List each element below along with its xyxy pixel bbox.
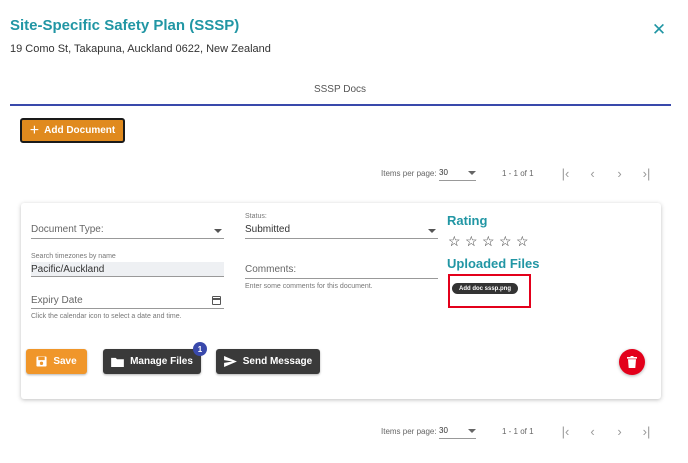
folder-icon — [111, 357, 124, 367]
expiry-date-underline — [31, 308, 224, 309]
star-outline-icon[interactable]: ☆ — [448, 233, 464, 250]
page-range: 1 - 1 of 1 — [502, 168, 534, 178]
previous-page-icon[interactable]: ‹ — [579, 424, 606, 439]
add-document-label: Add Document — [44, 125, 116, 136]
timezone-search-label: Search timezones by name — [31, 253, 116, 260]
status-label: Status: — [245, 213, 267, 220]
send-message-button[interactable]: Send Message — [216, 349, 320, 374]
last-page-icon[interactable]: ›| — [633, 166, 660, 181]
chevron-down-icon — [468, 428, 476, 433]
expiry-date-hint: Click the calendar icon to select a date… — [31, 313, 182, 320]
chevron-down-icon — [428, 229, 436, 233]
first-page-icon[interactable]: |‹ — [552, 424, 579, 439]
send-icon — [223, 356, 237, 367]
plus-icon: + — [29, 121, 40, 139]
star-outline-icon[interactable]: ☆ — [516, 233, 532, 250]
status-select[interactable]: Submitted — [245, 224, 290, 235]
add-document-button[interactable]: + Add Document — [20, 118, 125, 143]
tab-sssp-docs[interactable]: SSSP Docs — [0, 84, 680, 95]
files-count-badge: 1 — [193, 342, 207, 356]
document-type-underline — [31, 238, 224, 239]
chevron-down-icon — [214, 229, 222, 233]
rating-stars: ☆ ☆ ☆ ☆ ☆ — [448, 233, 532, 250]
uploaded-files-title: Uploaded Files — [447, 256, 540, 271]
items-per-page-value: 30 — [439, 426, 448, 435]
next-page-icon[interactable]: › — [606, 166, 633, 181]
star-outline-icon[interactable]: ☆ — [482, 233, 498, 250]
star-outline-icon[interactable]: ☆ — [499, 233, 515, 250]
manage-files-button[interactable]: Manage Files — [103, 349, 201, 374]
close-icon[interactable]: ✕ — [650, 21, 668, 39]
comments-hint: Enter some comments for this document. — [245, 283, 373, 290]
star-outline-icon[interactable]: ☆ — [465, 233, 481, 250]
uploaded-file-chip[interactable]: Add doc sssp.png — [452, 283, 518, 294]
chevron-down-icon — [468, 170, 476, 175]
items-per-page-label: Items per page: — [381, 168, 437, 178]
items-per-page-select[interactable]: 30 — [439, 423, 476, 439]
dialog-address: 19 Como St, Takapuna, Auckland 0622, New… — [10, 43, 271, 55]
paginator-top: Items per page: 30 1 - 1 of 1 |‹ ‹ › ›| — [381, 163, 660, 183]
last-page-icon[interactable]: ›| — [633, 424, 660, 439]
rating-title: Rating — [447, 213, 488, 228]
items-per-page-value: 30 — [439, 168, 448, 177]
previous-page-icon[interactable]: ‹ — [579, 166, 606, 181]
trash-icon — [627, 356, 637, 368]
paginator-bottom: Items per page: 30 1 - 1 of 1 |‹ ‹ › ›| — [381, 421, 660, 441]
items-per-page-select[interactable]: 30 — [439, 165, 476, 181]
timezone-value: Pacific/Auckland — [31, 264, 105, 275]
comments-underline — [245, 278, 438, 279]
next-page-icon[interactable]: › — [606, 424, 633, 439]
document-type-select[interactable]: Document Type: — [31, 224, 104, 235]
items-per-page-label: Items per page: — [381, 426, 437, 436]
first-page-icon[interactable]: |‹ — [552, 166, 579, 181]
save-icon — [36, 356, 47, 367]
calendar-icon[interactable] — [212, 296, 221, 305]
dialog-title: Site-Specific Safety Plan (SSSP) — [10, 17, 240, 34]
delete-button[interactable] — [619, 349, 645, 375]
save-label: Save — [53, 356, 77, 367]
status-underline — [245, 238, 438, 239]
manage-files-label: Manage Files — [130, 356, 193, 367]
page-range: 1 - 1 of 1 — [502, 426, 534, 436]
expiry-date-field[interactable]: Expiry Date — [31, 295, 83, 306]
comments-field[interactable]: Comments: — [245, 264, 296, 275]
send-message-label: Send Message — [242, 356, 313, 367]
save-button[interactable]: Save — [26, 349, 87, 374]
tab-active-indicator — [10, 104, 671, 106]
